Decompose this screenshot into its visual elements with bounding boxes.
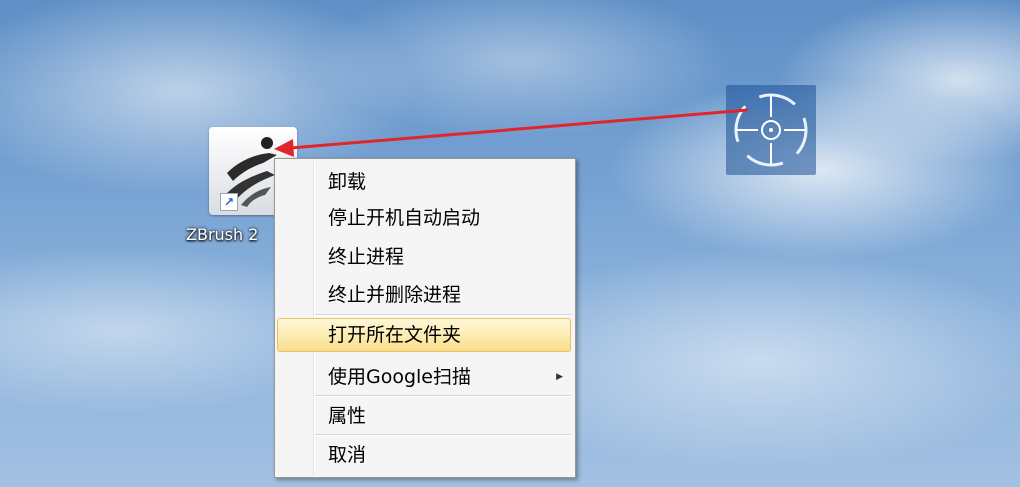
menu-separator [315,434,571,436]
menu-separator [315,314,571,316]
menu-item-disable-startup[interactable]: 停止开机自动启动 [277,201,571,235]
menu-item-uninstall[interactable]: 卸载 [277,165,571,199]
menu-item-google-scan[interactable]: 使用Google扫描 ▶ [277,360,571,394]
menu-item-google-scan-label: 使用Google扫描 [328,366,472,388]
menu-item-cancel[interactable]: 取消 [277,438,571,472]
menu-item-end-and-delete-process[interactable]: 终止并删除进程 [277,278,571,312]
context-menu: 卸载 停止开机自动启动 终止进程 终止并删除进程 打开所在文件夹 使用Googl… [274,158,576,478]
menu-item-end-process[interactable]: 终止进程 [277,240,571,274]
menu-item-open-folder[interactable]: 打开所在文件夹 [277,318,571,352]
submenu-arrow-icon: ▶ [556,372,563,382]
menu-item-properties[interactable]: 属性 [277,399,571,433]
menu-separator [315,395,571,397]
